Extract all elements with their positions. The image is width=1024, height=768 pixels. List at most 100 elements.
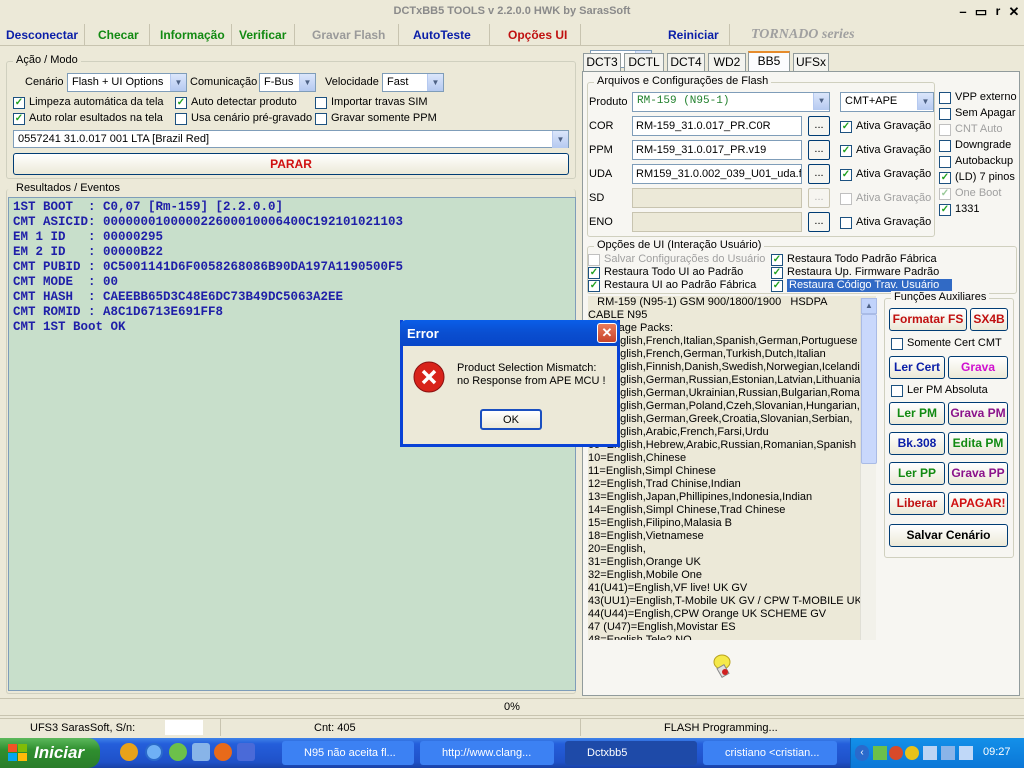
- sx4b-button[interactable]: SX4B: [970, 308, 1008, 331]
- eno-browse-button[interactable]: ...: [808, 212, 830, 232]
- informacao-button[interactable]: Informação: [154, 24, 232, 46]
- tray-icon-5[interactable]: [941, 746, 955, 760]
- aux-functions-legend: Funções Auxiliares: [891, 291, 990, 303]
- tab-wd2[interactable]: WD2: [708, 53, 746, 71]
- ui-options-legend: Opções de UI (Interação Usuário): [594, 239, 765, 251]
- tab-ufsx[interactable]: UFSx: [793, 53, 829, 71]
- explorer-icon[interactable]: [192, 743, 210, 761]
- cenario-select[interactable]: Flash + UI Options ▼: [67, 73, 187, 92]
- verificar-button[interactable]: Verificar: [231, 24, 296, 46]
- restaura-todo-ui-checkbox[interactable]: ✓ Restaura Todo UI ao Padrão: [588, 266, 743, 280]
- firefox-icon[interactable]: [214, 743, 232, 761]
- eno-ativa-checkbox[interactable]: Ativa Gravação: [840, 216, 931, 230]
- ler-pm-button[interactable]: Ler PM: [889, 402, 945, 425]
- auto-detectar-checkbox[interactable]: ✓ Auto detectar produto: [175, 96, 297, 110]
- autoteste-button[interactable]: AutoTeste: [395, 24, 490, 46]
- opt-1331-checkbox[interactable]: ✓ 1331: [939, 203, 979, 217]
- grava-cert-button[interactable]: Grava Cert: [948, 356, 1008, 379]
- vpp-checkbox[interactable]: VPP externo: [939, 91, 1017, 105]
- autobackup-checkbox[interactable]: Autobackup: [939, 155, 1013, 169]
- taskbar-item-browser[interactable]: http://www.clang...: [420, 741, 554, 765]
- opcoes-ui-button[interactable]: Opções UI: [495, 24, 582, 46]
- tornado-logo: TORNADO series: [751, 27, 855, 42]
- uda-browse-button[interactable]: ...: [808, 164, 830, 184]
- cor-field[interactable]: RM-159_31.0.017_PR.C0R: [632, 116, 802, 136]
- dialog-close-button[interactable]: ✕: [597, 323, 617, 343]
- check-icon: ✓: [175, 97, 187, 109]
- importar-checkbox[interactable]: Importar travas SIM: [315, 96, 428, 110]
- ppm-browse-button[interactable]: ...: [808, 140, 830, 160]
- ppm-field[interactable]: RM-159_31.0.017_PR.v19: [632, 140, 802, 160]
- taskbar-item-mail[interactable]: cristiano <cristian...: [703, 741, 837, 765]
- language-list-scrollbar[interactable]: ▲: [860, 298, 877, 640]
- restaura-ui-checkbox[interactable]: ✓ Restaura UI ao Padrão Fábrica: [588, 279, 756, 293]
- media-icon[interactable]: [237, 743, 255, 761]
- formatar-fs-button[interactable]: Formatar FS: [889, 308, 967, 331]
- minimize-button[interactable]: –: [955, 4, 971, 19]
- apagar-button[interactable]: APAGAR!: [948, 492, 1008, 515]
- parar-button[interactable]: PARAR: [13, 153, 569, 175]
- ler-cert-button[interactable]: Ler Cert: [889, 356, 945, 379]
- cor-browse-button[interactable]: ...: [808, 116, 830, 136]
- auto-rolar-checkbox[interactable]: ✓ Auto rolar esultados na tela: [13, 112, 163, 126]
- restaura-up-checkbox[interactable]: ✓ Restaura Up. Firmware Padrão: [771, 266, 939, 280]
- tray-icon-1[interactable]: [873, 746, 887, 760]
- grava-pp-button[interactable]: Grava PP: [948, 462, 1008, 485]
- velocidade-label: Velocidade: [325, 76, 379, 88]
- product-line-select[interactable]: 0557241 31.0.017 001 LTA [Brazil Red] ▼: [13, 130, 569, 148]
- window-title: DCTxBB5 TOOLS v 2.2.0.0 HWK by SarasSoft: [393, 5, 631, 17]
- downgrade-checkbox[interactable]: Downgrade: [939, 139, 1011, 153]
- ld7-checkbox[interactable]: ✓ (LD) 7 pinos: [939, 171, 1015, 185]
- comunicacao-select[interactable]: F-Bus ▼: [259, 73, 316, 92]
- limpeza-checkbox[interactable]: ✓ Limpeza automática da tela: [13, 96, 164, 110]
- grava-pm-button[interactable]: Grava PM: [948, 402, 1008, 425]
- scroll-thumb[interactable]: [861, 314, 877, 464]
- restaura-todo-padrao-checkbox[interactable]: ✓ Restaura Todo Padrão Fábrica: [771, 253, 937, 267]
- gravar-ppm-checkbox[interactable]: Gravar somente PPM: [315, 112, 437, 126]
- reiniciar-button[interactable]: Reiniciar: [658, 24, 730, 46]
- ppm-ativa-checkbox[interactable]: ✓ Ativa Gravação: [840, 144, 931, 158]
- usa-cenario-checkbox[interactable]: Usa cenário pré-gravado: [175, 112, 312, 126]
- taskbar-item-n95[interactable]: N95 não aceita fl...: [282, 741, 414, 765]
- ok-button[interactable]: OK: [480, 409, 542, 430]
- tray-icon-6[interactable]: [959, 746, 973, 760]
- start-button[interactable]: Iniciar: [0, 738, 100, 768]
- somente-cert-checkbox[interactable]: Somente Cert CMT: [891, 337, 1002, 351]
- progress-text: 0%: [504, 701, 520, 713]
- bk308-button[interactable]: Bk.308: [889, 432, 945, 455]
- tray-icon-4[interactable]: [923, 746, 937, 760]
- scroll-up-icon[interactable]: ▲: [861, 298, 877, 314]
- salvar-cenario-button[interactable]: Salvar Cenário: [889, 524, 1008, 547]
- liberar-button[interactable]: Liberar: [889, 492, 945, 515]
- checar-button[interactable]: Checar: [88, 24, 150, 46]
- close-button[interactable]: ✕: [1006, 4, 1022, 19]
- tray-expand-icon[interactable]: ‹: [855, 745, 869, 761]
- close-icon[interactable]: r: [990, 4, 1006, 19]
- tab-dct3[interactable]: DCT3: [583, 53, 621, 71]
- cor-ativa-checkbox[interactable]: ✓ Ativa Gravação: [840, 120, 931, 134]
- ler-pp-button[interactable]: Ler PP: [889, 462, 945, 485]
- ler-pm-absoluta-checkbox[interactable]: Ler PM Absoluta: [891, 384, 988, 398]
- tab-dctl[interactable]: DCTL: [624, 53, 664, 71]
- uda-field[interactable]: RM159_31.0.002_039_U01_uda.f: [632, 164, 802, 184]
- produto-select[interactable]: RM-159 (N95-1) ▼: [632, 92, 830, 112]
- files-legend: Arquivos e Configurações de Flash: [594, 75, 772, 87]
- chrome-icon[interactable]: [120, 743, 138, 761]
- green-app-icon[interactable]: [169, 743, 187, 761]
- language-list[interactable]: RM-159 (N95-1) GSM 900/1800/1900 HSDPA C…: [588, 296, 876, 640]
- desconectar-button[interactable]: Desconectar: [0, 24, 86, 46]
- velocidade-select[interactable]: Fast ▼: [382, 73, 444, 92]
- gravar-flash-button[interactable]: Gravar Flash: [299, 24, 400, 46]
- tab-bb5[interactable]: BB5: [748, 51, 790, 72]
- taskbar-item-dctxbb5[interactable]: Dctxbb5: [565, 741, 697, 765]
- tray-icon-2[interactable]: [889, 746, 903, 760]
- edita-pm-button[interactable]: Edita PM: [948, 432, 1008, 455]
- uda-ativa-checkbox[interactable]: ✓ Ativa Gravação: [840, 168, 931, 182]
- tray-icon-3[interactable]: [905, 746, 919, 760]
- restore-button[interactable]: ▭: [973, 4, 989, 19]
- clock: 09:27: [983, 746, 1011, 758]
- cmt-select[interactable]: CMT+APE ▼: [840, 92, 934, 112]
- tab-dct4[interactable]: DCT4: [667, 53, 705, 71]
- sem-apagar-checkbox[interactable]: Sem Apagar: [939, 107, 1016, 121]
- ie-icon[interactable]: [145, 743, 163, 761]
